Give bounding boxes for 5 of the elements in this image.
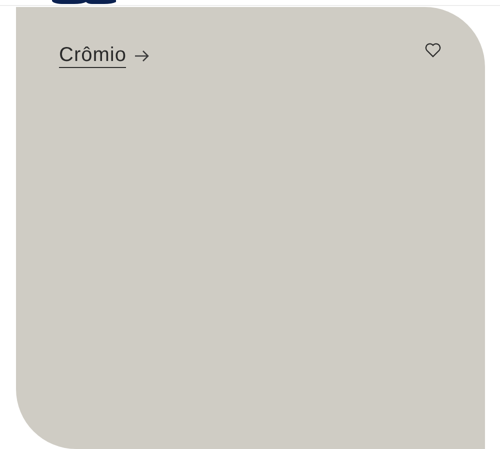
favorite-heart-icon[interactable]	[424, 42, 442, 58]
logo-icon[interactable]	[52, 0, 116, 4]
color-name-link[interactable]: Crômio	[59, 43, 150, 68]
arrow-right-icon	[134, 50, 150, 62]
color-swatch-card[interactable]: Crômio	[16, 7, 485, 449]
